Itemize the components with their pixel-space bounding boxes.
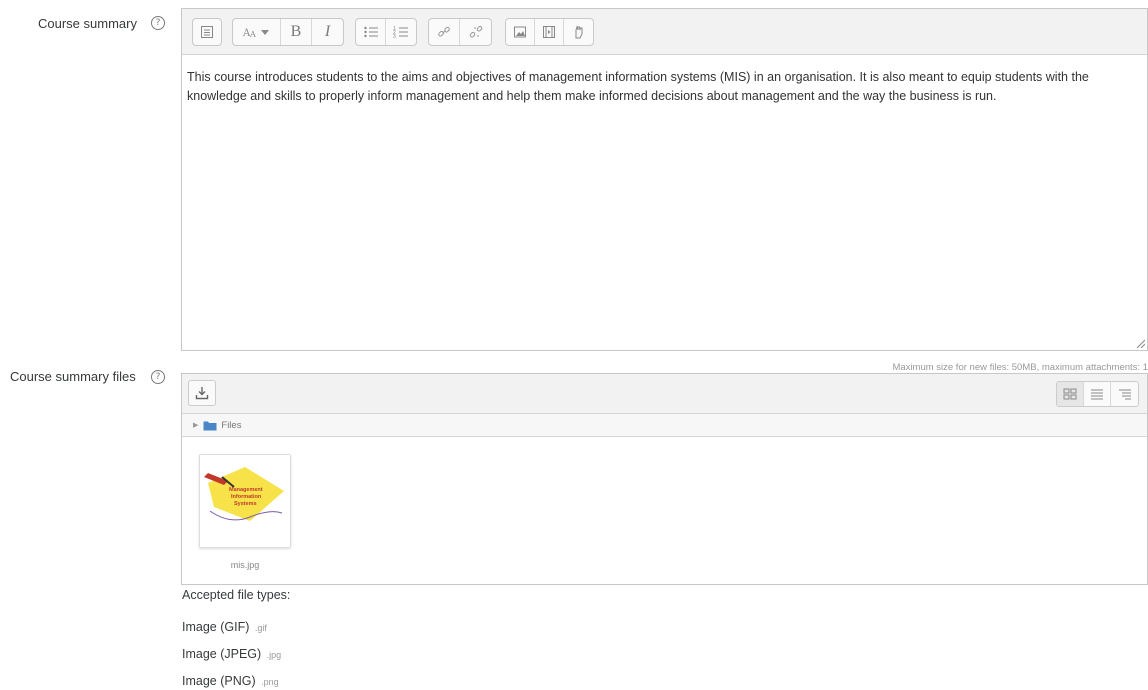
course-summary-editor[interactable]: AA B I 123 This course introduces studen… — [181, 8, 1148, 351]
folder-icon — [203, 421, 217, 430]
italic-icon: I — [324, 23, 331, 40]
tree-icon — [1118, 389, 1131, 400]
toolbar-group-links — [428, 18, 492, 46]
text-style-icon: AA — [242, 28, 269, 39]
ordered-list-button[interactable]: 123 — [386, 19, 416, 45]
accepted-type-png: Image (PNG) .png — [182, 674, 279, 688]
file-thumbnail-image: Management Information Systems — [200, 455, 290, 547]
unordered-list-button[interactable] — [356, 19, 386, 45]
add-file-button[interactable] — [188, 380, 216, 406]
accepted-types-heading: Accepted file types: — [182, 588, 291, 602]
toolbar-group-lists: 123 — [355, 18, 417, 46]
accepted-type-gif: Image (GIF) .gif — [182, 620, 267, 634]
download-icon — [195, 387, 209, 400]
unlink-icon — [469, 25, 482, 38]
course-summary-files-label: Course summary files — [10, 369, 136, 384]
collapse-icon — [201, 26, 213, 38]
bold-button[interactable]: B — [281, 19, 312, 45]
image-icon — [514, 26, 526, 38]
view-list-button[interactable] — [1084, 382, 1111, 406]
type-name: Image (GIF) — [182, 620, 250, 634]
bold-icon: B — [290, 23, 302, 40]
italic-button[interactable]: I — [312, 19, 343, 45]
type-name: Image (PNG) — [182, 674, 256, 688]
image-button[interactable] — [506, 19, 535, 45]
link-icon — [438, 26, 450, 37]
svg-text:3: 3 — [393, 34, 396, 39]
toolbar-group-collapse — [192, 18, 222, 46]
view-toggle-group — [1056, 381, 1139, 407]
file-manager: ▶ Files Management Information Systems m… — [181, 373, 1148, 585]
accepted-type-jpeg: Image (JPEG) .jpg — [182, 647, 281, 661]
type-extension: .gif — [254, 623, 267, 633]
type-extension: .jpg — [266, 650, 282, 660]
editor-toolbar: AA B I 123 — [182, 9, 1147, 55]
resize-grip-icon[interactable] — [1135, 338, 1145, 348]
toolbar-group-text: AA B I — [232, 18, 344, 46]
thumb-line-2: Information — [231, 494, 262, 500]
ordered-list-icon: 123 — [393, 26, 408, 39]
view-tree-button[interactable] — [1111, 382, 1138, 406]
editor-content-area[interactable]: This course introduces students to the a… — [182, 55, 1147, 105]
file-thumbnail[interactable]: Management Information Systems — [199, 454, 291, 548]
unlink-button[interactable] — [460, 19, 491, 45]
manage-files-button[interactable] — [564, 19, 593, 45]
manage-files-icon — [575, 25, 582, 39]
question-circle-icon[interactable]: ? — [151, 370, 165, 384]
text-style-button[interactable]: AA — [233, 19, 281, 45]
view-icons-button[interactable] — [1057, 382, 1084, 406]
toolbar-group-media — [505, 18, 594, 46]
caret-right-icon[interactable]: ▶ — [193, 421, 198, 429]
type-name: Image (JPEG) — [182, 647, 262, 661]
grid-icon — [1063, 388, 1077, 400]
list-icon — [1091, 389, 1103, 400]
question-circle-icon[interactable]: ? — [151, 16, 165, 30]
media-icon — [543, 26, 555, 38]
unordered-list-icon — [363, 26, 378, 38]
media-button[interactable] — [535, 19, 564, 45]
type-extension: .png — [261, 677, 279, 687]
file-path-bar: ▶ Files — [182, 414, 1147, 437]
file-name-label[interactable]: mis.jpg — [199, 560, 291, 570]
thumb-line-3: Systems — [234, 501, 257, 507]
collapse-button[interactable] — [193, 19, 221, 45]
thumb-line-1: Management — [229, 487, 263, 493]
max-size-info: Maximum size for new files: 50MB, maximu… — [892, 362, 1148, 373]
course-summary-label: Course summary — [38, 16, 137, 31]
svg-text:A: A — [249, 30, 256, 39]
link-button[interactable] — [429, 19, 460, 45]
file-manager-toolbar — [182, 374, 1147, 414]
path-folder-label[interactable]: Files — [221, 420, 241, 431]
